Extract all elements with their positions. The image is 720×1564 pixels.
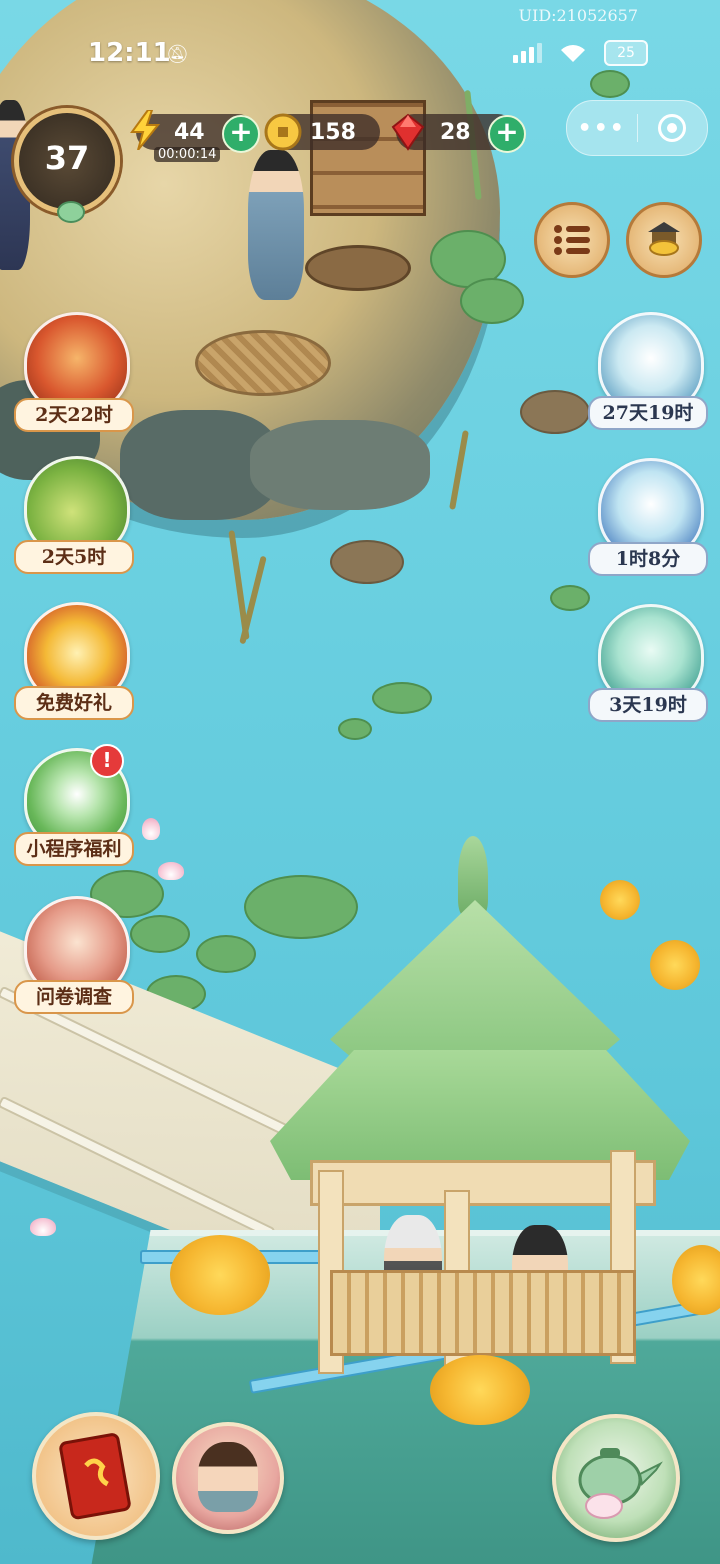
reed bbox=[449, 430, 469, 510]
treasure-shop-icon bbox=[648, 222, 680, 256]
yellow-flowers bbox=[170, 1235, 270, 1315]
coin-icon bbox=[264, 113, 302, 151]
yellow-flowers bbox=[650, 940, 700, 990]
yellow-flowers bbox=[430, 1355, 530, 1425]
signal-icon bbox=[513, 43, 542, 63]
close-miniprogram-button[interactable] bbox=[638, 101, 708, 155]
lily-pad bbox=[520, 390, 590, 434]
more-button[interactable]: ••• bbox=[567, 101, 637, 155]
lily-pad bbox=[244, 875, 358, 939]
shop-button[interactable] bbox=[626, 202, 702, 278]
pavilion-upper-roof bbox=[330, 900, 620, 1064]
lily-pad bbox=[550, 585, 590, 611]
alert-badge: ! bbox=[90, 744, 124, 778]
more-icon: ••• bbox=[577, 115, 626, 141]
lily-pad bbox=[196, 935, 256, 973]
red-book-icon bbox=[59, 1433, 131, 1520]
energy-timer: 00:00:14 bbox=[154, 147, 221, 162]
character-portrait-button[interactable] bbox=[172, 1422, 284, 1534]
ice-pavilion-event-timer: 1时8分 bbox=[588, 542, 708, 576]
energy-value: 44 bbox=[174, 119, 205, 145]
lotus-flower bbox=[158, 862, 184, 880]
journal-button[interactable] bbox=[32, 1412, 160, 1540]
gem-value: 28 bbox=[440, 119, 471, 145]
mute-icon: 🔕︎ bbox=[166, 44, 189, 65]
coin-value: 158 bbox=[310, 119, 356, 145]
teapot-icon bbox=[578, 1448, 663, 1519]
harvest-event-timer: 2天5时 bbox=[14, 540, 134, 574]
menu-button[interactable] bbox=[534, 202, 610, 278]
leaf-icon bbox=[57, 201, 85, 223]
scholar-character[interactable] bbox=[248, 150, 304, 300]
lightning-icon bbox=[130, 110, 161, 150]
lily-pad bbox=[372, 682, 432, 714]
gem-icon bbox=[391, 113, 425, 151]
player-level-badge[interactable]: 37 bbox=[14, 108, 120, 223]
round-table bbox=[305, 245, 411, 291]
lily-pad bbox=[330, 540, 404, 584]
pavilion-lattice bbox=[310, 1160, 656, 1206]
jade-gift-event-timer: 3天19时 bbox=[588, 688, 708, 722]
clock: 12:11 bbox=[88, 38, 171, 68]
island-rock bbox=[250, 420, 430, 510]
list-menu-icon bbox=[554, 225, 590, 255]
system-icons: 25 bbox=[513, 40, 648, 66]
lily-pad bbox=[338, 718, 372, 740]
free-gift-label: 免费好礼 bbox=[14, 686, 134, 720]
character-portrait bbox=[198, 1442, 258, 1512]
battery-indicator: 25 bbox=[604, 40, 648, 66]
cat-cloud-event-timer: 27天19时 bbox=[588, 396, 708, 430]
player-level: 37 bbox=[44, 139, 90, 177]
lotus-flower bbox=[30, 1218, 56, 1236]
survey-label: 问卷调查 bbox=[14, 980, 134, 1014]
yellow-flowers bbox=[600, 880, 640, 920]
lily-pad bbox=[130, 915, 190, 953]
teapot-button[interactable] bbox=[552, 1414, 680, 1542]
add-energy-button[interactable]: + bbox=[222, 115, 260, 153]
target-circle-icon bbox=[658, 114, 687, 142]
lotus-flower bbox=[142, 818, 160, 840]
autumn-event-timer: 2天22时 bbox=[14, 398, 134, 432]
woven-mat bbox=[195, 330, 331, 396]
uid-label: UID:21052657 bbox=[518, 6, 638, 25]
miniprogram-capsule[interactable]: ••• bbox=[566, 100, 708, 156]
add-gems-button[interactable]: + bbox=[488, 115, 526, 153]
lily-pad bbox=[460, 278, 524, 324]
wifi-icon bbox=[561, 45, 585, 62]
pavilion-fence bbox=[330, 1270, 636, 1356]
miniprogram-bonus-label: 小程序福利 bbox=[14, 832, 134, 866]
status-bar: UID:21052657 12:11 🔕︎ 25 bbox=[0, 0, 720, 100]
